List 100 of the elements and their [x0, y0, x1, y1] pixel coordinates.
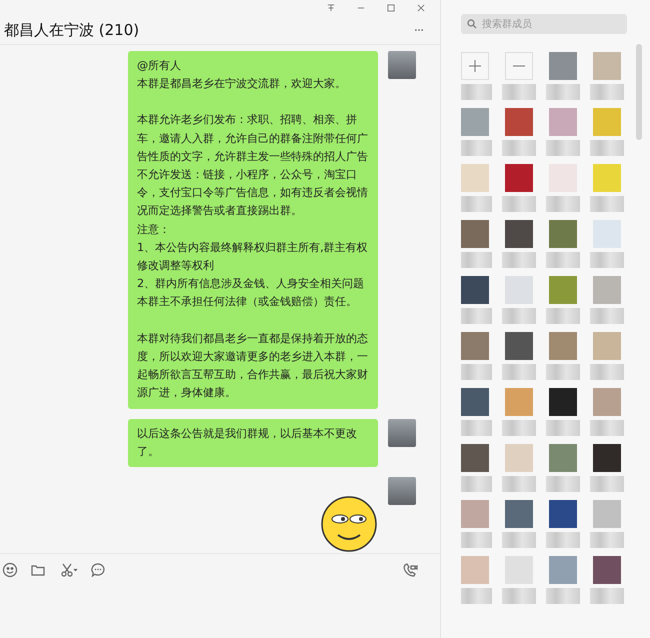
member-avatar[interactable]	[505, 500, 533, 528]
message-paragraph: 本群对待我们都昌老乡一直都是保持着开放的态度，所以欢迎大家邀请更多的老乡进入本群，一起畅所欲言互帮互助，合作共赢，最后祝大家财源广进，身体健康。	[137, 330, 369, 402]
pixelated-name	[546, 308, 580, 324]
member-avatar[interactable]	[461, 500, 489, 528]
pixelated-name	[502, 364, 536, 380]
add-member-button[interactable]	[461, 52, 489, 80]
remove-member-button[interactable]	[505, 52, 533, 80]
member-avatar[interactable]	[593, 164, 621, 192]
member-avatar[interactable]	[505, 388, 533, 416]
pixelated-name	[590, 364, 624, 380]
message-paragraph: 不允许发送：链接，小程序，公众号，淘宝口令，支付宝口令等广告信息，如有违反者会视情况而定选择警告或者直接踢出群。	[137, 166, 369, 220]
emoji-icon[interactable]	[2, 562, 18, 578]
member-avatar[interactable]	[461, 332, 489, 360]
maximize-icon[interactable]	[386, 3, 396, 13]
message-paragraph: 以后这条公告就是我们群规，以后基本不更改了。	[137, 426, 358, 460]
avatar-photo[interactable]	[388, 418, 416, 447]
member-avatar[interactable]	[549, 388, 577, 416]
pixelated-name	[546, 476, 580, 492]
pixelated-name	[590, 588, 624, 604]
member-avatar[interactable]	[593, 332, 621, 360]
pixelated-name	[546, 252, 580, 268]
pixelated-name	[502, 308, 536, 324]
pixelated-name	[461, 476, 492, 492]
pixelated-name	[461, 420, 492, 436]
pixelated-name	[502, 420, 536, 436]
member-avatar[interactable]	[549, 276, 577, 304]
pixelated-name	[590, 476, 624, 492]
pixelated-name	[502, 252, 536, 268]
member-avatar[interactable]	[593, 52, 621, 80]
member-avatar[interactable]	[549, 500, 577, 528]
minus-icon	[513, 65, 525, 67]
pixelated-name	[502, 140, 536, 156]
pixelated-name	[461, 140, 492, 156]
message-paragraph: 本群是都昌老乡在宁波交流群，欢迎大家。	[137, 76, 347, 92]
member-avatar[interactable]	[593, 388, 621, 416]
video-call-icon[interactable]	[402, 562, 418, 578]
pixelated-name	[546, 140, 580, 156]
pixelated-name	[590, 308, 624, 324]
member-avatar[interactable]	[549, 556, 577, 584]
pixelated-name	[546, 364, 580, 380]
pixelated-name	[546, 196, 580, 212]
member-avatar[interactable]	[461, 276, 489, 304]
member-avatar[interactable]	[505, 164, 533, 192]
pixelated-name	[502, 588, 536, 604]
member-avatar[interactable]	[593, 108, 621, 136]
member-avatar[interactable]	[461, 556, 489, 584]
pixelated-name	[502, 196, 536, 212]
pixelated-name	[590, 140, 624, 156]
message-paragraph: 1、本公告内容最终解释权归群主所有,群主有权修改调整等权利	[137, 240, 369, 274]
chat-title: 都昌人在宁波 (210)	[4, 20, 140, 40]
member-avatar[interactable]	[549, 332, 577, 360]
pin-icon[interactable]	[326, 3, 336, 13]
member-avatar[interactable]	[505, 332, 533, 360]
pixelated-name	[461, 308, 492, 324]
pixelated-name	[461, 84, 492, 100]
member-avatar[interactable]	[461, 164, 489, 192]
pixelated-name	[546, 532, 580, 548]
avatar-photo[interactable]	[388, 50, 416, 79]
member-avatar[interactable]	[593, 556, 621, 584]
member-avatar[interactable]	[593, 444, 621, 472]
pixelated-name	[461, 532, 492, 548]
member-avatar[interactable]	[461, 220, 489, 248]
pixelated-name	[461, 252, 492, 268]
member-avatar[interactable]	[505, 444, 533, 472]
avatar-photo[interactable]	[388, 476, 416, 505]
pixelated-name	[590, 252, 624, 268]
member-avatar[interactable]	[593, 220, 621, 248]
search-icon	[467, 19, 477, 29]
pixelated-name	[590, 420, 624, 436]
pixelated-name	[546, 420, 580, 436]
message-paragraph: 本群允许老乡们发布：求职、招聘、相亲、拼车，邀请人入群，允许自己的群备注附带任何广告性质的文字，允许群主发一些特殊的招人广告	[137, 112, 369, 165]
pixelated-name	[502, 84, 536, 100]
pixelated-name	[502, 532, 536, 548]
scrollbar[interactable]	[636, 44, 642, 140]
member-avatar[interactable]	[505, 220, 533, 248]
pixelated-name	[546, 588, 580, 604]
smiley-sticker	[320, 494, 378, 553]
search-field[interactable]: 搜索群成员	[461, 14, 627, 34]
plus-icon	[467, 58, 483, 74]
message-paragraph: 注意：	[137, 222, 171, 238]
chat-bubble-icon[interactable]	[90, 562, 106, 578]
pixelated-name	[546, 84, 580, 100]
member-avatar[interactable]	[461, 108, 489, 136]
member-avatar[interactable]	[549, 220, 577, 248]
member-avatar[interactable]	[505, 276, 533, 304]
member-avatar[interactable]	[593, 500, 621, 528]
member-avatar[interactable]	[549, 108, 577, 136]
member-avatar[interactable]	[461, 388, 489, 416]
member-avatar[interactable]	[549, 52, 577, 80]
member-avatar[interactable]	[505, 108, 533, 136]
member-avatar[interactable]	[549, 444, 577, 472]
pixelated-name	[590, 84, 624, 100]
message-paragraph: 2、群内所有信息涉及金钱、人身安全相关问题本群主不承担任何法律（或金钱赔偿）责任。	[137, 276, 366, 310]
member-avatar[interactable]	[593, 276, 621, 304]
pixelated-name	[461, 196, 492, 212]
message-paragraph: @所有人	[137, 58, 182, 74]
member-avatar[interactable]	[461, 444, 489, 472]
pixelated-name	[590, 532, 624, 548]
pixelated-name	[590, 196, 624, 212]
close-icon[interactable]	[416, 3, 426, 13]
